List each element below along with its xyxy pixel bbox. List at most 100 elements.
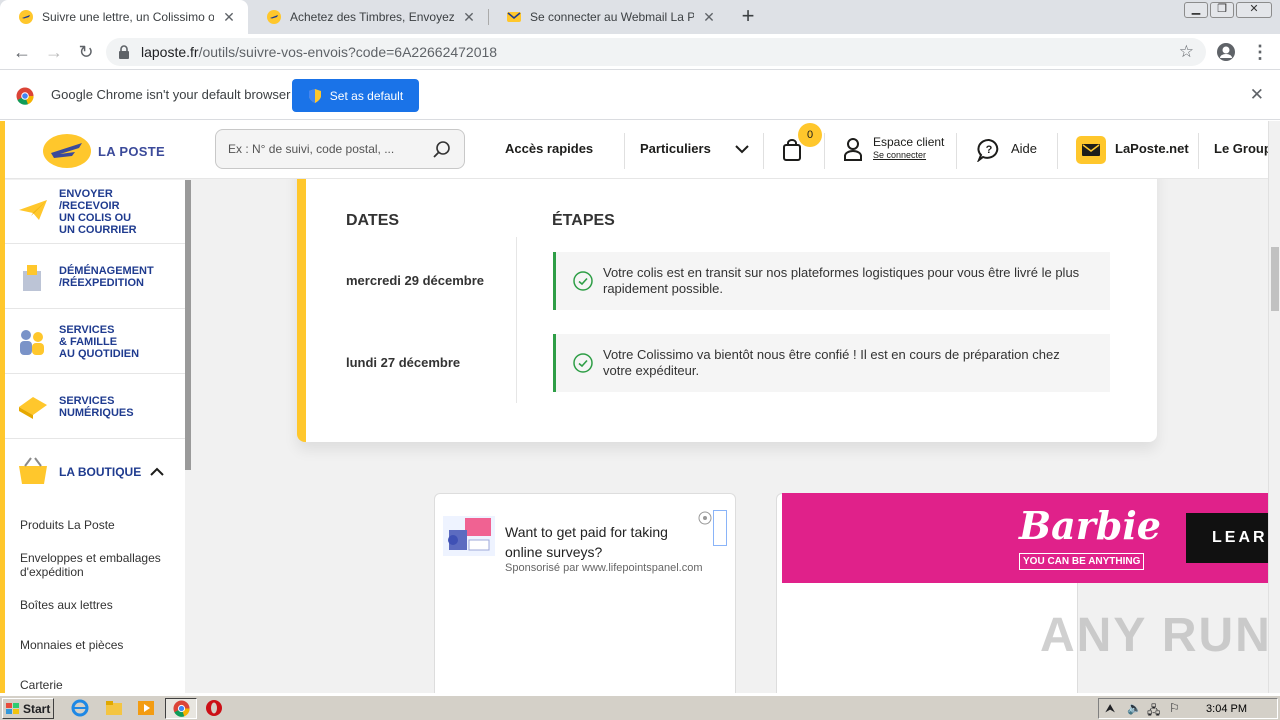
laposte-net-link[interactable]: LaPoste.net [1115, 141, 1189, 156]
check-circle-icon [573, 271, 593, 291]
chrome-logo-icon [173, 700, 190, 717]
opera-icon[interactable] [204, 699, 224, 717]
search-icon[interactable] [432, 140, 452, 160]
menu-services-numeriques[interactable]: SERVICES NUMÉRIQUES [5, 375, 185, 439]
tab-title: Se connecter au Webmail La Poste - [530, 10, 694, 24]
network-icon[interactable]: 🖧 [1147, 701, 1160, 720]
ad-info-icon[interactable] [698, 511, 712, 525]
menu-envoyer-recevoir[interactable]: ENVOYER /RECEVOIR UN COLIS OU UN COURRIE… [5, 180, 185, 244]
tracking-step: Votre Colissimo va bientôt nous être con… [553, 334, 1110, 392]
tab-timbres[interactable]: Achetez des Timbres, Envoyez Cour ✕ [248, 0, 488, 34]
acces-rapides-link[interactable]: Accès rapides [505, 141, 593, 156]
le-groupe-link[interactable]: Le Group [1214, 141, 1272, 156]
laposte-favicon-icon [267, 10, 281, 24]
tab-webmail[interactable]: Se connecter au Webmail La Poste - ✕ [488, 0, 728, 34]
menu-label: DÉMÉNAGEMENT /RÉEXPEDITION [59, 265, 154, 289]
start-label: Start [23, 701, 51, 716]
reload-icon[interactable]: ↻ [74, 40, 98, 64]
scrollbar-thumb[interactable] [1271, 247, 1279, 311]
learn-more-button[interactable]: LEAR [1186, 513, 1280, 563]
laposte-logo[interactable]: LA POSTE [42, 133, 172, 169]
barbie-logo: Barbie [1019, 503, 1161, 548]
menu-la-boutique[interactable]: LA BOUTIQUE [5, 440, 185, 504]
steps-header: ÉTAPES [552, 212, 615, 229]
help-bubble-icon[interactable]: ? [977, 138, 1001, 162]
close-window-icon[interactable]: ✕ [1236, 2, 1272, 18]
tab-suivre-colis[interactable]: Suivre une lettre, un Colissimo ou un ✕ [0, 0, 248, 34]
profile-icon[interactable] [1216, 42, 1236, 62]
menu-label: LA BOUTIQUE [59, 465, 142, 479]
ad-title[interactable]: Want to get paid for taking online surve… [505, 522, 695, 562]
close-tab-icon[interactable]: ✕ [460, 9, 478, 26]
url-host: laposte.fr [141, 44, 199, 60]
survey-illustration-icon [448, 518, 491, 551]
infobar-message: Google Chrome isn't your default browser [51, 87, 291, 102]
shield-icon [308, 88, 321, 103]
survey-ad[interactable]: Want to get paid for taking online surve… [434, 493, 736, 693]
url-text: laposte.fr/outils/suivre-vos-envois?code… [141, 44, 497, 60]
restore-window-icon[interactable]: ❐ [1210, 2, 1234, 18]
anyrun-watermark: ANY RUN [1040, 609, 1272, 662]
set-as-default-button[interactable]: Set as default [292, 79, 419, 112]
system-tray: ⮝ 🔈 🖧 ⚐ 3:04 PM [1098, 698, 1278, 719]
forward-arrow-icon[interactable]: → [42, 40, 66, 64]
tracking-card: DATES ÉTAPES mercredi 29 décembre Votre … [297, 159, 1157, 442]
tray-arrow-icon[interactable]: ⮝ [1105, 701, 1115, 716]
lock-icon [119, 45, 129, 59]
tracking-step: Votre colis est en transit sur nos plate… [553, 252, 1110, 310]
boutique-item[interactable]: Carterie [20, 678, 63, 692]
page-scrollbar[interactable] [1268, 121, 1280, 693]
chevron-down-icon[interactable] [734, 143, 750, 155]
check-circle-icon [573, 353, 593, 373]
header-divider [956, 133, 957, 169]
header-divider [1198, 133, 1199, 169]
volume-icon[interactable]: 🔈 [1127, 701, 1142, 715]
user-icon[interactable] [843, 137, 863, 161]
laposte-net-mail-icon[interactable] [1076, 136, 1106, 164]
logo-text: LA POSTE [98, 143, 165, 159]
menu-demenagement[interactable]: DÉMÉNAGEMENT /RÉEXPEDITION [5, 245, 185, 309]
folder-icon[interactable] [104, 699, 124, 717]
start-button[interactable]: Start [2, 698, 54, 719]
step-text: Votre Colissimo va bientôt nous être con… [603, 347, 1060, 378]
close-tab-icon[interactable]: ✕ [220, 9, 238, 26]
flag-icon[interactable]: ⚐ [1169, 701, 1180, 715]
tab-title: Achetez des Timbres, Envoyez Cour [290, 10, 454, 24]
mailbox-icon [23, 265, 41, 291]
espace-client-label: Espace client [873, 135, 945, 149]
espace-client-link[interactable]: Espace client Se connecter [873, 136, 944, 162]
digital-icon [19, 397, 47, 419]
bookmark-star-icon[interactable]: ☆ [1179, 42, 1194, 62]
boutique-item[interactable]: Produits La Poste [20, 518, 115, 532]
cart-count-badge: 0 [798, 123, 822, 147]
menu-kebab-icon[interactable]: ⋮ [1248, 40, 1272, 64]
adchoices-icon[interactable] [713, 510, 727, 546]
menu-services-famille[interactable]: SERVICES & FAMILLE AU QUOTIDIEN [5, 310, 185, 374]
new-tab-button[interactable]: + [736, 5, 760, 29]
set-as-default-label: Set as default [329, 88, 404, 103]
minimize-window-icon[interactable]: ▁ [1184, 2, 1208, 18]
left-menu-scrollbar[interactable] [185, 180, 191, 693]
ad-thumbnail [443, 516, 495, 556]
back-arrow-icon[interactable]: ← [10, 40, 34, 64]
chevron-up-icon[interactable] [149, 466, 165, 478]
address-bar[interactable]: laposte.fr/outils/suivre-vos-envois?code… [106, 38, 1206, 66]
internet-explorer-icon[interactable] [70, 699, 90, 717]
close-infobar-icon[interactable]: ✕ [1250, 85, 1264, 105]
taskbar-chrome-button[interactable] [165, 698, 197, 719]
close-tab-icon[interactable]: ✕ [700, 9, 718, 26]
scrollbar-thumb[interactable] [185, 180, 191, 470]
boutique-item[interactable]: Monnaies et pièces [20, 638, 123, 652]
family-icon [20, 330, 44, 355]
aide-link[interactable]: Aide [1011, 141, 1037, 156]
search-input[interactable]: Ex : N° de suivi, code postal, ... [215, 129, 465, 169]
particuliers-menu[interactable]: Particuliers [640, 141, 711, 156]
header-divider [1057, 133, 1058, 169]
shopping-bag-icon[interactable] [782, 139, 802, 161]
boutique-item[interactable]: Boîtes aux lettres [20, 598, 113, 612]
se-connecter-link[interactable]: Se connecter [873, 149, 944, 162]
barbie-banner-ad[interactable]: Barbie YOU CAN BE ANYTHING LEAR [782, 493, 1280, 583]
media-player-icon[interactable] [136, 699, 156, 717]
boutique-item[interactable]: Enveloppes et emballages d'expédition [20, 551, 161, 579]
shop-icon [19, 457, 47, 484]
